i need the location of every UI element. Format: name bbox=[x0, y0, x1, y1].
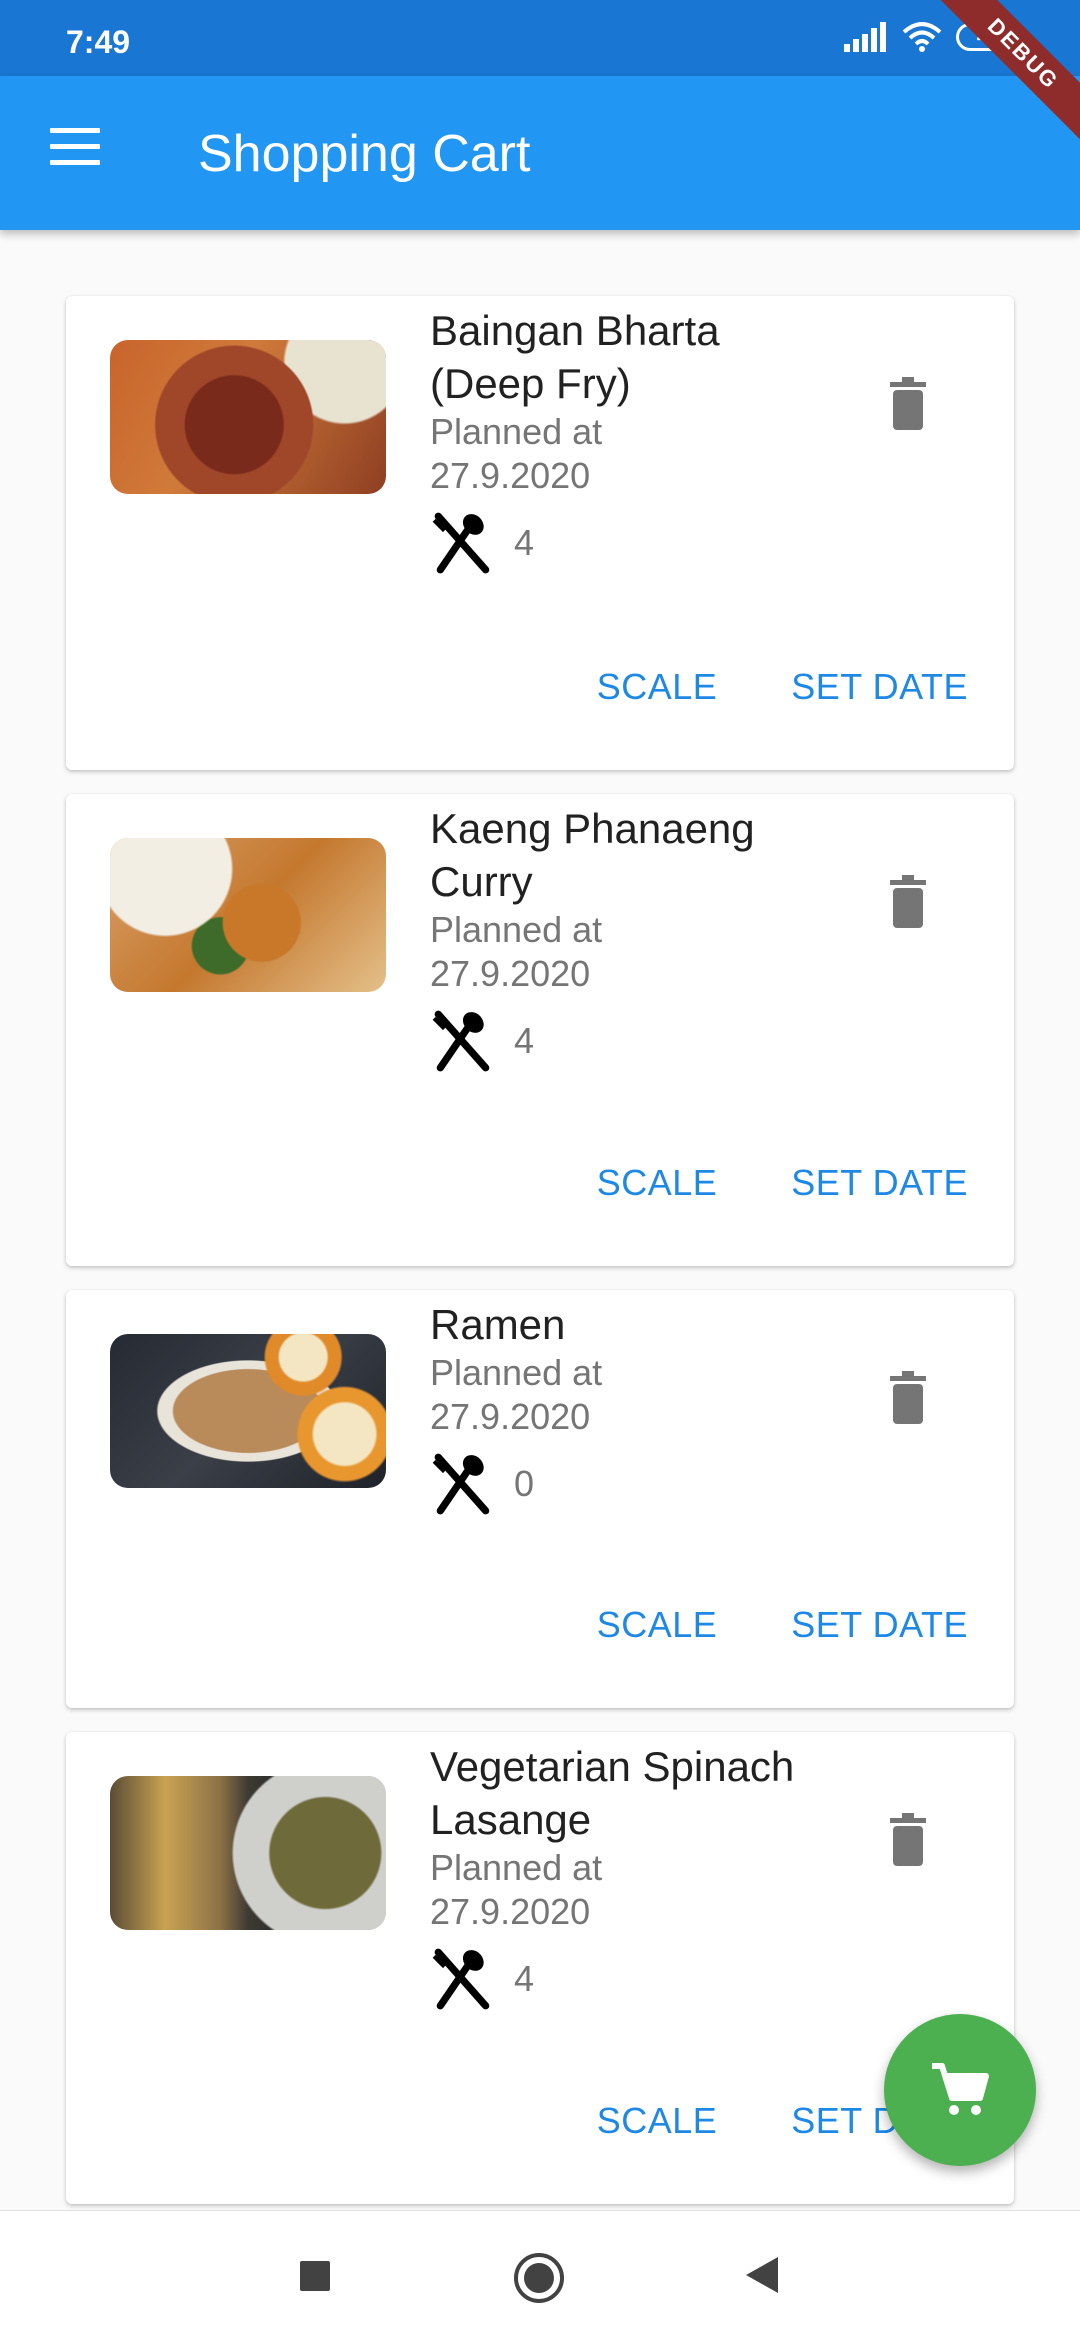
card-actions: SCALE SET DATE bbox=[597, 1604, 968, 1646]
cart-item-info: Ramen Planned at 27.9.2020 0 bbox=[430, 1298, 810, 1517]
servings-row: 4 bbox=[430, 1946, 810, 2012]
planned-label: Planned at bbox=[430, 1847, 603, 1888]
status-time: 7:49 bbox=[66, 24, 131, 60]
cart-item-card: Baingan Bharta (Deep Fry) Planned at 27.… bbox=[66, 296, 1014, 770]
signal-icon bbox=[844, 22, 886, 52]
delete-icon[interactable] bbox=[888, 1812, 928, 1866]
recipe-title: Ramen bbox=[430, 1301, 566, 1348]
triangle-back-icon[interactable] bbox=[744, 2255, 780, 2295]
planned-date: 27.9.2020 bbox=[430, 1396, 591, 1437]
servings-row: 0 bbox=[430, 1451, 810, 1517]
set-date-button[interactable]: SET DATE bbox=[791, 1604, 968, 1646]
cart-list[interactable]: Baingan Bharta (Deep Fry) Planned at 27.… bbox=[66, 296, 1014, 2228]
recipe-image bbox=[110, 1776, 386, 1930]
wifi-icon bbox=[902, 22, 942, 52]
cart-item-info: Baingan Bharta (Deep Fry) Planned at 27.… bbox=[430, 304, 810, 576]
page-title: Shopping Cart bbox=[198, 125, 531, 183]
set-date-button[interactable]: SET DATE bbox=[791, 1162, 968, 1204]
planned-date: 27.9.2020 bbox=[430, 1891, 591, 1932]
system-nav-bar bbox=[0, 2210, 1080, 2341]
cart-fab-button[interactable] bbox=[884, 2014, 1036, 2166]
cart-item-card: Ramen Planned at 27.9.2020 0 SCALE SET D… bbox=[66, 1290, 1014, 1708]
scale-button[interactable]: SCALE bbox=[597, 1604, 718, 1646]
app-bar: Shopping Cart bbox=[0, 76, 1080, 230]
utensils-icon bbox=[432, 512, 490, 574]
utensils-icon bbox=[432, 1948, 490, 2010]
status-bar: 7:49 48 bbox=[0, 0, 1080, 76]
servings-count: 4 bbox=[514, 1020, 535, 1061]
recipe-image bbox=[110, 340, 386, 494]
servings-count: 0 bbox=[514, 1463, 535, 1504]
planned-date: 27.9.2020 bbox=[430, 455, 591, 496]
delete-icon[interactable] bbox=[888, 376, 928, 430]
scale-button[interactable]: SCALE bbox=[597, 1162, 718, 1204]
shopping-cart-icon bbox=[932, 2063, 989, 2115]
scale-button[interactable]: SCALE bbox=[597, 2100, 718, 2142]
card-actions: SCALE SET DATE bbox=[597, 1162, 968, 1204]
planned-date: 27.9.2020 bbox=[430, 953, 591, 994]
recipe-title: Vegetarian Spinach Lasange bbox=[430, 1743, 795, 1843]
cart-item-card: Vegetarian Spinach Lasange Planned at 27… bbox=[66, 1732, 1014, 2204]
square-icon[interactable] bbox=[298, 2259, 332, 2293]
utensils-icon bbox=[432, 1453, 490, 1515]
servings-row: 4 bbox=[430, 510, 810, 576]
servings-count: 4 bbox=[514, 1958, 535, 1999]
delete-icon[interactable] bbox=[888, 1370, 928, 1424]
servings-count: 4 bbox=[514, 522, 535, 563]
menu-icon[interactable] bbox=[46, 128, 106, 178]
recipe-image bbox=[110, 1334, 386, 1488]
delete-icon[interactable] bbox=[888, 874, 928, 928]
set-date-button[interactable]: SET DATE bbox=[791, 666, 968, 708]
planned-label: Planned at bbox=[430, 1352, 603, 1393]
servings-row: 4 bbox=[430, 1008, 810, 1074]
card-actions: SCALE SET DATE bbox=[597, 666, 968, 708]
planned-label: Planned at bbox=[430, 909, 603, 950]
scale-button[interactable]: SCALE bbox=[597, 666, 718, 708]
recipe-title: Baingan Bharta (Deep Fry) bbox=[430, 307, 720, 407]
cart-item-card: Kaeng Phanaeng Curry Planned at 27.9.202… bbox=[66, 794, 1014, 1266]
recipe-title: Kaeng Phanaeng Curry bbox=[430, 805, 755, 905]
circle-icon[interactable] bbox=[512, 2251, 566, 2305]
utensils-icon bbox=[432, 1010, 490, 1072]
cart-item-info: Vegetarian Spinach Lasange Planned at 27… bbox=[430, 1740, 810, 2012]
recipe-image bbox=[110, 838, 386, 992]
planned-label: Planned at bbox=[430, 411, 603, 452]
cart-item-info: Kaeng Phanaeng Curry Planned at 27.9.202… bbox=[430, 802, 810, 1074]
